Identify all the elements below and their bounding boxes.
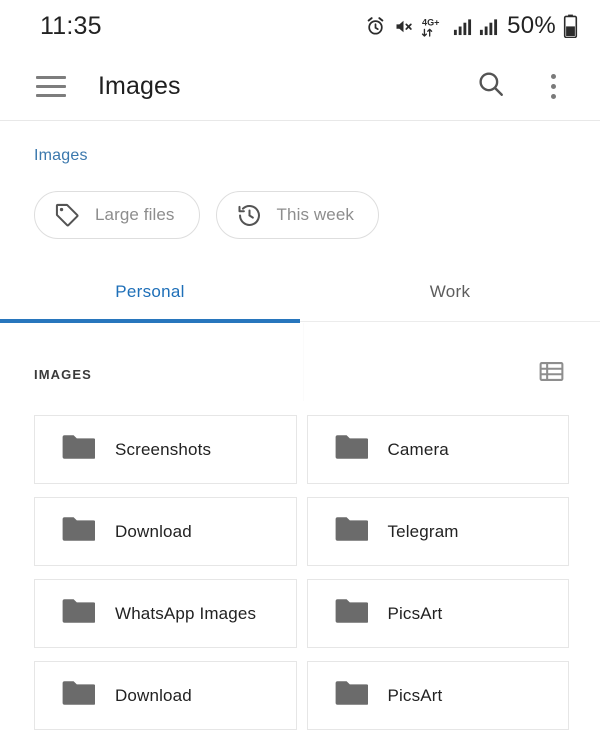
- overflow-menu-icon: [550, 73, 556, 99]
- tab-bar: Personal Work: [0, 265, 600, 319]
- hamburger-menu-button[interactable]: [28, 63, 74, 109]
- folder-card[interactable]: WhatsApp Images: [34, 579, 297, 648]
- filter-chip-large-files-label: Large files: [95, 205, 175, 224]
- folder-icon: [334, 597, 368, 630]
- folder-label: Screenshots: [115, 439, 212, 459]
- app-bar: Images: [0, 52, 600, 121]
- folder-label: Telegram: [387, 521, 459, 541]
- network-4g-plus-icon: 4G+: [421, 16, 446, 37]
- signal-bars-icon: [453, 17, 472, 36]
- alarm-icon: [365, 16, 386, 37]
- folder-icon: [334, 679, 368, 712]
- folder-icon: [61, 679, 96, 712]
- status-time: 11:35: [40, 11, 102, 40]
- folder-icon: [61, 597, 96, 630]
- status-bar: 11:35 4G+ 50%: [0, 0, 600, 52]
- folder-card[interactable]: Telegram: [306, 497, 569, 566]
- status-icon-group: 4G+ 50%: [365, 12, 578, 40]
- folder-icon: [334, 433, 368, 466]
- battery-percent-label: 50%: [507, 12, 556, 39]
- filter-chip-large-files[interactable]: Large files: [34, 191, 200, 239]
- folder-label: Camera: [387, 439, 449, 459]
- folder-label: WhatsApp Images: [115, 603, 257, 623]
- folder-card[interactable]: Camera: [306, 415, 569, 484]
- folder-card[interactable]: PicsArt: [306, 661, 569, 730]
- search-icon: [476, 69, 506, 104]
- tab-work[interactable]: Work: [300, 265, 600, 319]
- breadcrumb: Images: [0, 121, 600, 165]
- list-view-icon: [537, 362, 566, 390]
- breadcrumb-item-images[interactable]: Images: [34, 147, 88, 164]
- tab-personal[interactable]: Personal: [0, 265, 300, 319]
- section-header: IMAGES: [0, 323, 600, 401]
- folder-icon: [61, 515, 96, 548]
- folder-card[interactable]: PicsArt: [306, 579, 569, 648]
- section-title: IMAGES: [34, 366, 92, 382]
- overflow-menu-button[interactable]: [530, 63, 576, 109]
- list-view-toggle-button[interactable]: [537, 357, 566, 391]
- battery-icon: [563, 14, 578, 38]
- folder-icon: [334, 515, 368, 548]
- folder-label: PicsArt: [387, 603, 443, 623]
- hamburger-icon: [36, 75, 66, 97]
- app-bar-actions: [468, 63, 576, 109]
- folder-icon: [61, 433, 96, 466]
- svg-text:4G+: 4G+: [422, 17, 439, 27]
- folder-card[interactable]: Screenshots: [34, 415, 297, 484]
- folder-label: Download: [115, 521, 192, 541]
- tag-icon: [54, 202, 81, 229]
- folder-label: PicsArt: [387, 685, 443, 705]
- folder-label: Download: [115, 685, 192, 705]
- mute-icon: [393, 16, 414, 37]
- folder-grid: Screenshots Camera Download Telegram Wha: [0, 391, 600, 730]
- history-icon: [236, 202, 263, 229]
- signal-bars-icon: [479, 17, 498, 36]
- filter-chip-this-week[interactable]: This week: [215, 191, 379, 239]
- phone-screen: 11:35 4G+ 50% Images Images Large files …: [0, 0, 600, 744]
- page-title: Images: [98, 71, 181, 100]
- search-button[interactable]: [468, 63, 514, 109]
- panel-divider: [303, 323, 304, 401]
- filter-chip-row: Large files This week: [0, 165, 600, 239]
- folder-card[interactable]: Download: [34, 497, 297, 566]
- filter-chip-this-week-label: This week: [276, 205, 354, 224]
- folder-card[interactable]: Download: [34, 661, 297, 730]
